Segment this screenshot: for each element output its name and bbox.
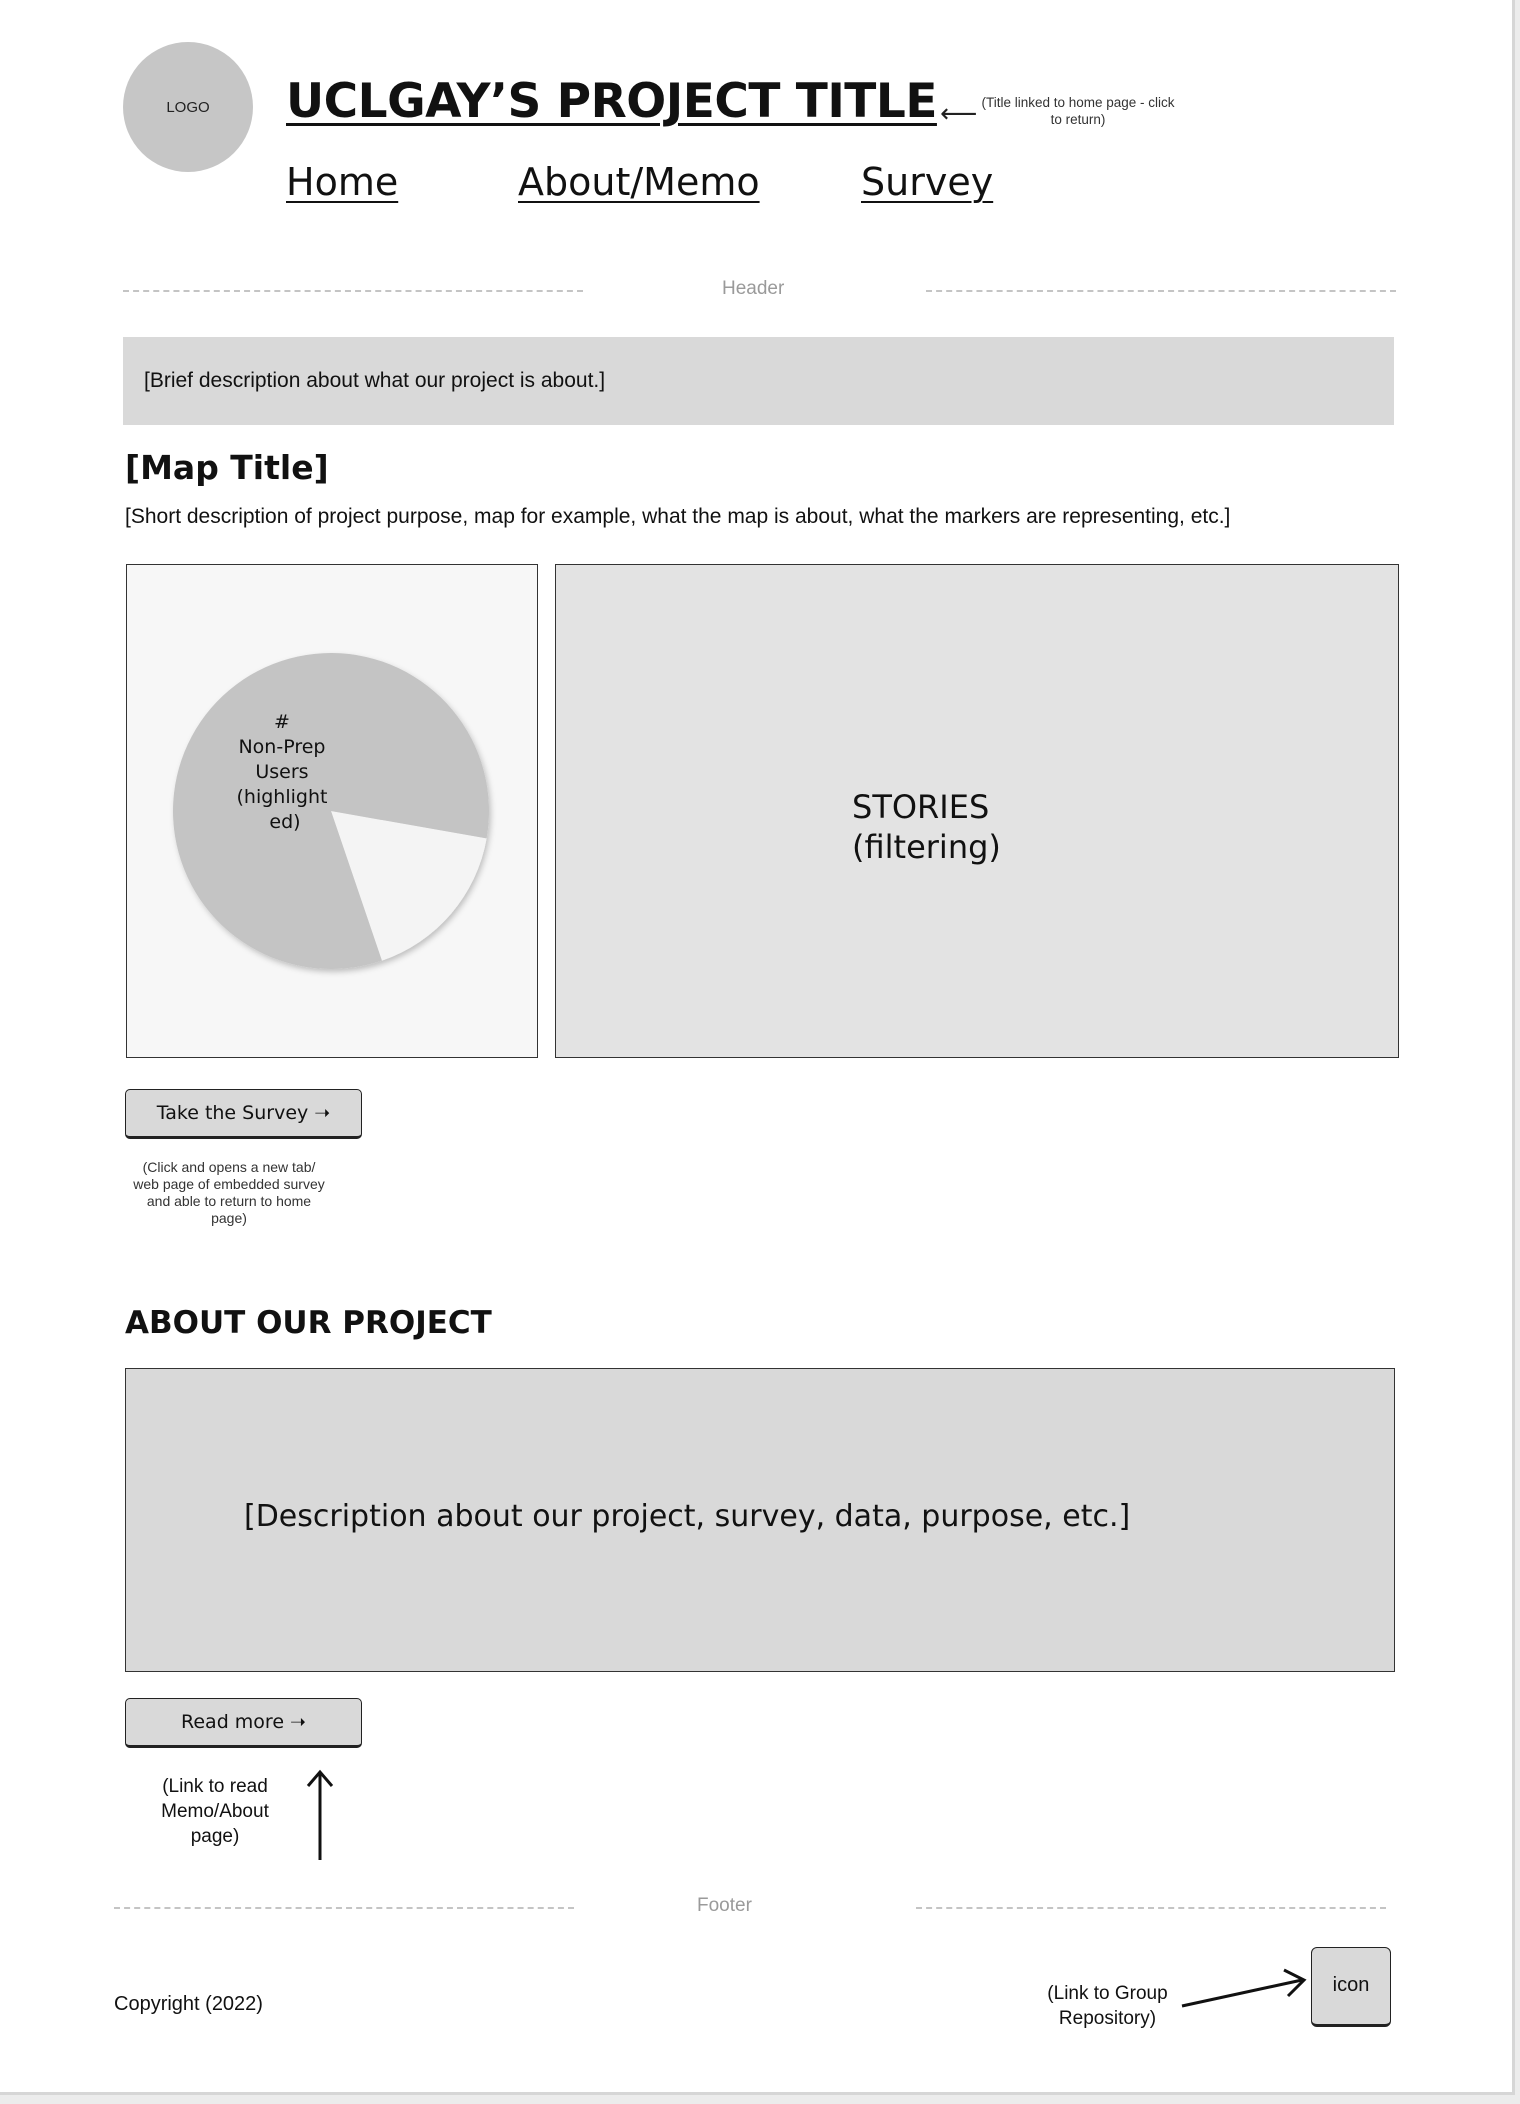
logo-label: LOGO — [166, 98, 210, 116]
map-title: [Map Title] — [125, 448, 329, 487]
header-section-label: Header — [722, 278, 785, 299]
nav-home[interactable]: Home — [286, 160, 398, 204]
pie-chart-panel: # Non-Prep Users (highlight ed) — [126, 564, 538, 1058]
footer-divider-right — [916, 1907, 1386, 1909]
site-title-link[interactable]: UCLGAY’S PROJECT TITLE — [286, 74, 937, 129]
pie-chart: # Non-Prep Users (highlight ed) — [173, 653, 490, 969]
stories-label: STORIES (filtering) — [852, 788, 1001, 866]
about-heading: ABOUT OUR PROJECT — [125, 1305, 492, 1341]
arrow-right-icon — [1181, 1968, 1307, 2008]
arrow-left-icon: ⟵ — [940, 98, 978, 128]
intro-banner: [Brief description about what our projec… — [123, 337, 1394, 425]
survey-button-note: (Click and opens a new tab/ web page of … — [133, 1159, 325, 1226]
read-more-button[interactable]: Read more ➝ — [125, 1698, 362, 1748]
intro-text: [Brief description about what our projec… — [144, 369, 606, 392]
logo[interactable]: LOGO — [123, 42, 253, 172]
footer-section-label: Footer — [697, 1895, 752, 1916]
stories-panel[interactable]: STORIES (filtering) — [555, 564, 1399, 1058]
read-more-note: (Link to read Memo/About page) — [161, 1776, 269, 1847]
repository-icon-label: icon — [1332, 1974, 1370, 1996]
nav-survey[interactable]: Survey — [861, 160, 993, 204]
header-divider-left — [123, 290, 583, 292]
copyright: Copyright (2022) — [114, 1993, 263, 2015]
page: LOGO UCLGAY’S PROJECT TITLE ⟵ (Title lin… — [0, 0, 1515, 2095]
nav-about-memo[interactable]: About/Memo — [518, 160, 760, 204]
header-divider-right — [926, 290, 1396, 292]
take-survey-button[interactable]: Take the Survey ➝ — [125, 1089, 362, 1139]
map-description: [Short description of project purpose, m… — [125, 505, 1231, 528]
repository-icon-button[interactable]: icon — [1311, 1947, 1391, 2027]
arrow-up-icon — [306, 1769, 334, 1860]
about-description: [Description about our project, survey, … — [244, 1499, 1131, 1534]
footer-divider-left — [114, 1907, 574, 1909]
repo-link-note: (Link to Group Repository) — [1047, 1983, 1168, 2029]
title-annotation: (Title linked to home page - click to re… — [981, 95, 1175, 127]
about-description-panel: [Description about our project, survey, … — [125, 1368, 1395, 1672]
